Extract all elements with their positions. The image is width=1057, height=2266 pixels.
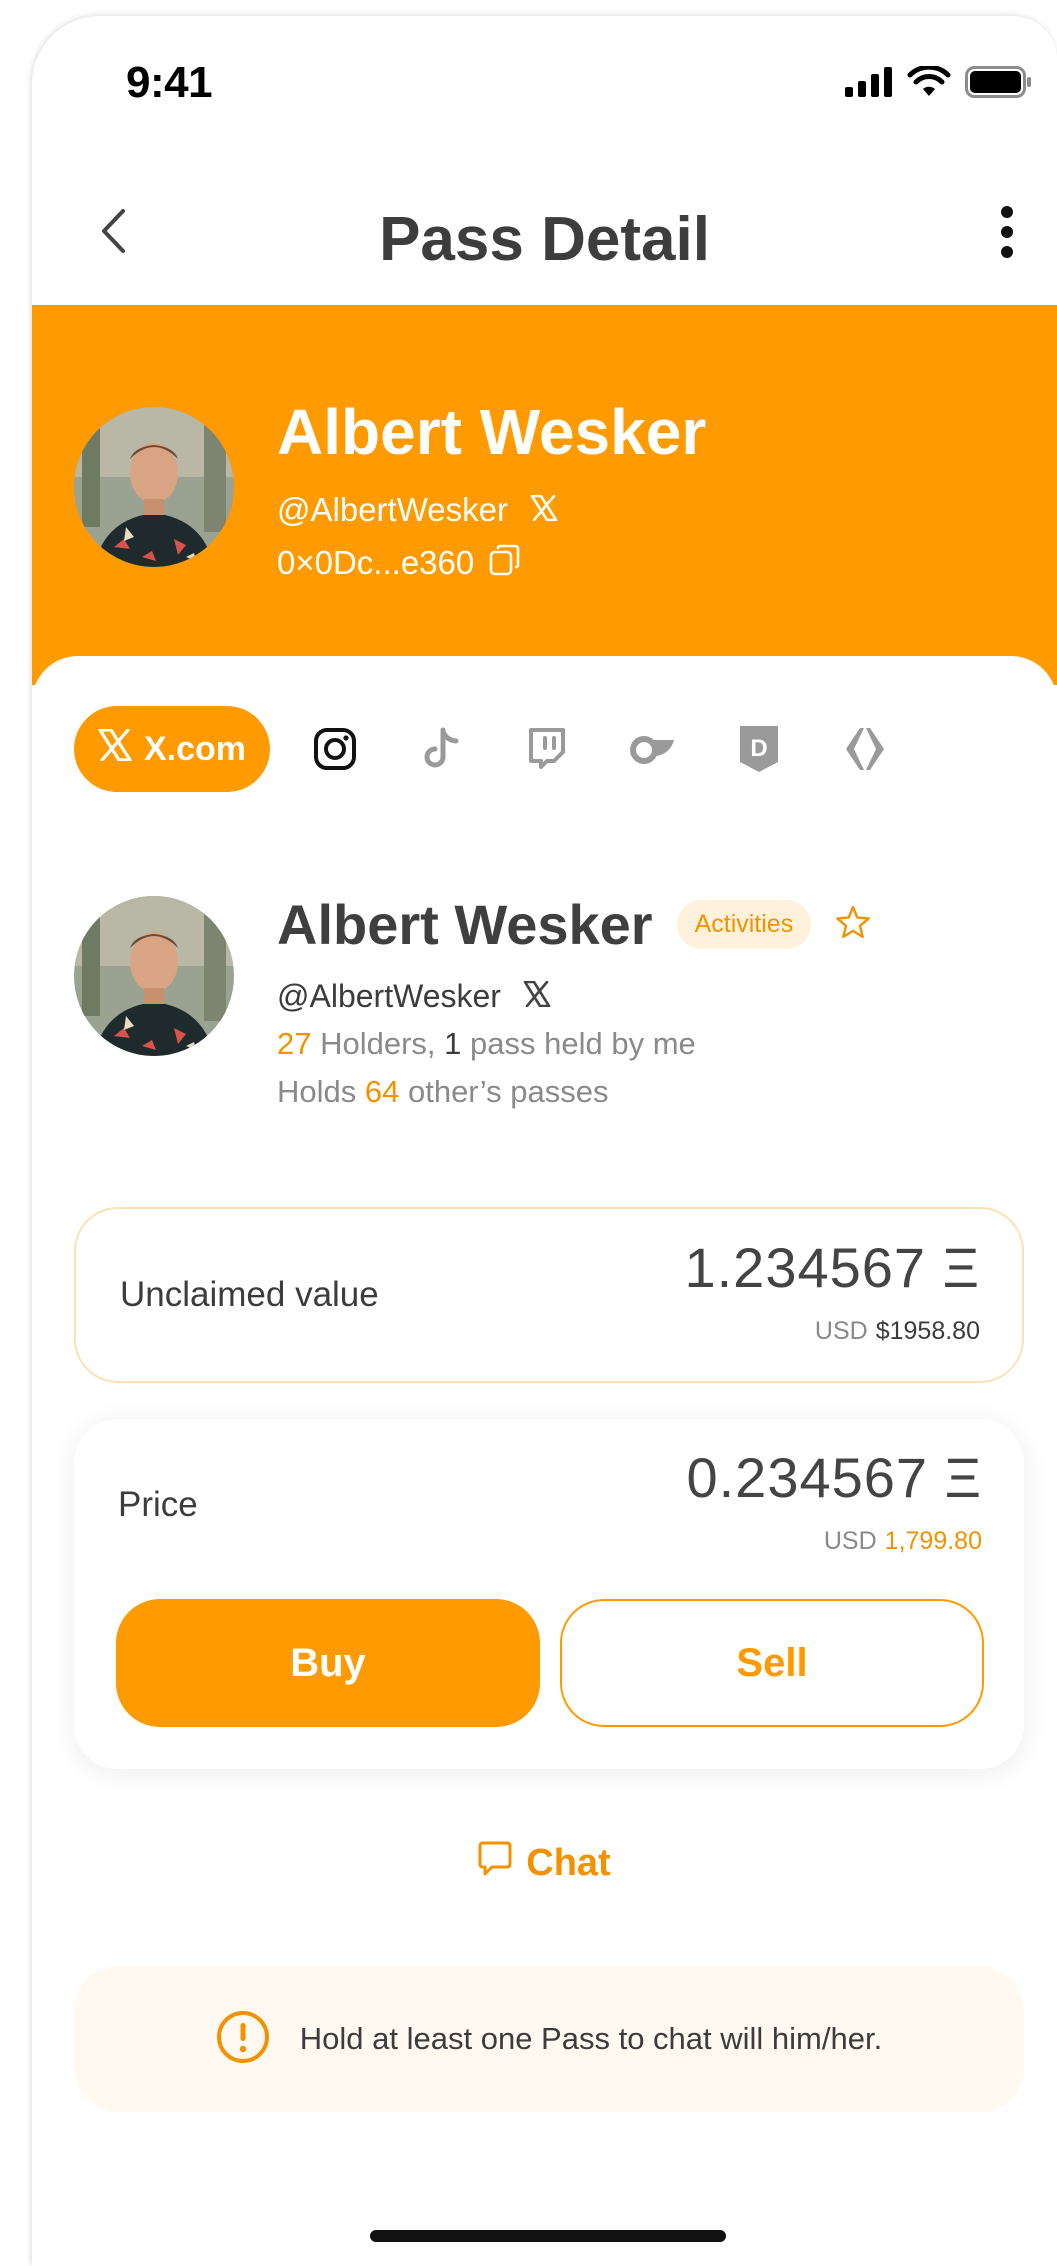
avatar[interactable] <box>74 407 234 567</box>
profile-name: Albert Wesker <box>277 893 653 956</box>
price-card: Price 0.234567 Ξ USD 1,799.80 Buy Sell <box>74 1419 1024 1769</box>
phone-frame: 9:41 Pass Detail Albert Wesker @AlbertWe… <box>32 16 1057 2266</box>
favorite-star-icon[interactable] <box>835 905 871 944</box>
header-name: Albert Wesker <box>277 396 707 468</box>
price-usd: USD 1,799.80 <box>824 1527 982 1556</box>
unclaimed-usd-value: $1958.80 <box>875 1317 980 1345</box>
profile-header-banner: Albert Wesker @AlbertWesker 0×0Dc...e360 <box>32 305 1057 685</box>
holds-count: 64 <box>364 1074 400 1109</box>
status-icons <box>845 64 1033 103</box>
unclaimed-label: Unclaimed value <box>120 1275 379 1314</box>
holds-stats: Holds 64 other’s passes <box>277 1074 608 1110</box>
diamond-logo-icon[interactable] <box>840 724 890 774</box>
unclaimed-value-card: Unclaimed value 1.234567 Ξ USD $1958.80 <box>74 1207 1024 1383</box>
onlyfans-icon[interactable] <box>628 724 678 774</box>
price-usd-value: 1,799.80 <box>884 1527 982 1555</box>
header-handle: @AlbertWesker <box>277 491 508 528</box>
more-options-button[interactable] <box>987 204 1027 264</box>
sell-button[interactable]: Sell <box>560 1599 984 1727</box>
holders-text: Holders, <box>311 1026 445 1061</box>
status-time: 9:41 <box>126 58 213 107</box>
x-logo-icon[interactable] <box>530 494 558 526</box>
holds-suffix: other’s passes <box>399 1074 609 1109</box>
tab-x-com[interactable]: X.com <box>74 706 270 792</box>
usd-label: USD <box>823 1527 877 1555</box>
detail-sheet: X.com D Albert Wesker Activities @Albert… <box>32 656 1057 2266</box>
holds-prefix: Holds <box>277 1074 365 1109</box>
held-by-me-text: pass held by me <box>461 1026 696 1061</box>
profile-handle-row: @AlbertWesker <box>277 978 551 1015</box>
price-amount: 0.234567 Ξ <box>686 1446 982 1509</box>
status-bar: 9:41 <box>32 16 1057 146</box>
avatar[interactable] <box>74 896 234 1056</box>
wallet-address: 0×0Dc...e360 <box>277 543 475 581</box>
chat-label: Chat <box>526 1841 611 1884</box>
instagram-icon[interactable] <box>310 724 360 774</box>
chat-notice-banner: Hold at least one Pass to chat will him/… <box>74 1966 1024 2112</box>
navigation-bar: Pass Detail <box>32 166 1057 306</box>
tiktok-icon[interactable] <box>416 724 466 774</box>
page-title: Pass Detail <box>379 205 710 274</box>
info-icon <box>216 2010 270 2069</box>
holders-stats: 27 Holders, 1 pass held by me <box>277 1026 696 1062</box>
profile-name-row: Albert Wesker Activities <box>277 892 871 957</box>
x-icon <box>98 727 132 770</box>
svg-text:D: D <box>750 735 767 762</box>
cellular-signal-icon <box>845 67 893 102</box>
d-shield-icon[interactable]: D <box>734 724 784 774</box>
wallet-address-row: 0×0Dc...e360 <box>277 543 522 582</box>
battery-icon <box>965 66 1033 103</box>
header-handle-row: @AlbertWesker <box>277 491 558 529</box>
tab-x-com-label: X.com <box>143 729 247 768</box>
x-logo-icon[interactable] <box>523 980 551 1012</box>
unclaimed-amount: 1.234567 Ξ <box>684 1236 980 1299</box>
copy-icon[interactable] <box>488 543 522 582</box>
home-indicator <box>370 2230 726 2242</box>
twitch-icon[interactable] <box>522 724 572 774</box>
social-tabs: X.com D <box>74 706 890 792</box>
activities-badge[interactable]: Activities <box>676 900 812 949</box>
notice-text: Hold at least one Pass to chat will him/… <box>299 2021 883 2056</box>
wifi-icon <box>907 64 951 103</box>
chat-button[interactable]: Chat <box>32 1840 1057 1886</box>
chat-bubble-icon <box>478 1840 512 1886</box>
price-label: Price <box>118 1485 198 1524</box>
profile-summary: Albert Wesker Activities @AlbertWesker 2… <box>32 893 1057 1136</box>
more-vertical-icon <box>1000 205 1014 263</box>
holders-count: 27 <box>277 1026 312 1061</box>
buy-button[interactable]: Buy <box>116 1599 540 1727</box>
held-by-me-count: 1 <box>444 1026 462 1061</box>
profile-handle: @AlbertWesker <box>277 978 501 1014</box>
usd-label: USD <box>814 1317 868 1345</box>
unclaimed-usd: USD $1958.80 <box>815 1317 980 1346</box>
